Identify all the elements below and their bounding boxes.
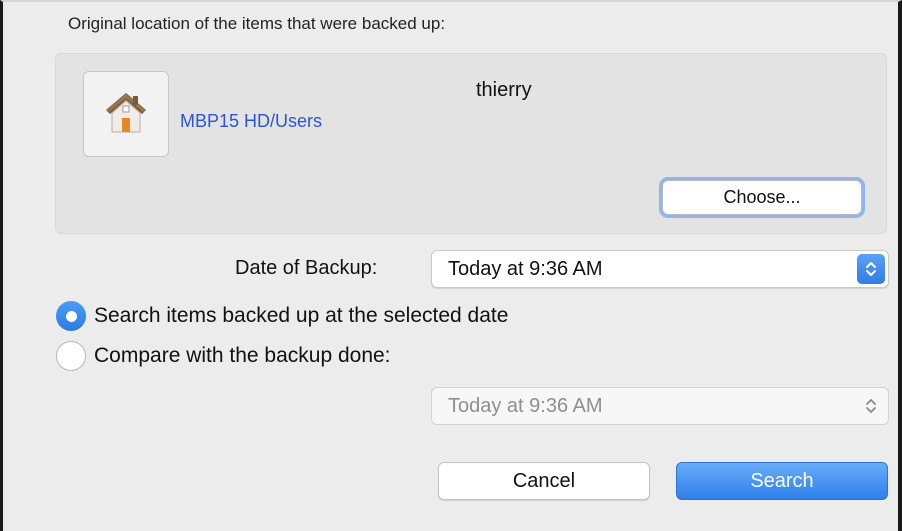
compare-date-select[interactable]: Today at 9:36 AM xyxy=(431,387,889,425)
radio-selected[interactable] xyxy=(56,301,86,331)
up-down-arrows-icon[interactable] xyxy=(857,254,885,284)
choose-button[interactable]: Choose... xyxy=(662,180,862,215)
date-of-backup-select[interactable]: Today at 9:36 AM xyxy=(431,250,889,288)
user-name-label: thierry xyxy=(476,79,532,101)
compare-backup-option[interactable]: Compare with the backup done: xyxy=(56,341,391,371)
cancel-button[interactable]: Cancel xyxy=(438,462,650,500)
search-button[interactable]: Search xyxy=(676,462,888,500)
location-panel: MBP15 HD/Users thierry Choose... xyxy=(55,53,887,234)
home-icon xyxy=(103,90,149,139)
original-location-label: Original location of the items that were… xyxy=(68,14,446,33)
compare-backup-label: Compare with the backup done: xyxy=(94,344,391,367)
radio-unselected[interactable] xyxy=(56,341,86,371)
date-of-backup-label: Date of Backup: xyxy=(235,257,378,279)
backup-search-dialog: Original location of the items that were… xyxy=(0,0,902,531)
home-folder-tile xyxy=(83,71,169,157)
search-selected-date-option[interactable]: Search items backed up at the selected d… xyxy=(56,301,508,331)
compare-date-value: Today at 9:36 AM xyxy=(448,395,603,417)
search-selected-date-label: Search items backed up at the selected d… xyxy=(94,304,509,327)
up-down-arrows-icon xyxy=(864,396,878,421)
date-of-backup-value: Today at 9:36 AM xyxy=(448,258,603,280)
location-path-link[interactable]: MBP15 HD/Users xyxy=(180,111,322,132)
